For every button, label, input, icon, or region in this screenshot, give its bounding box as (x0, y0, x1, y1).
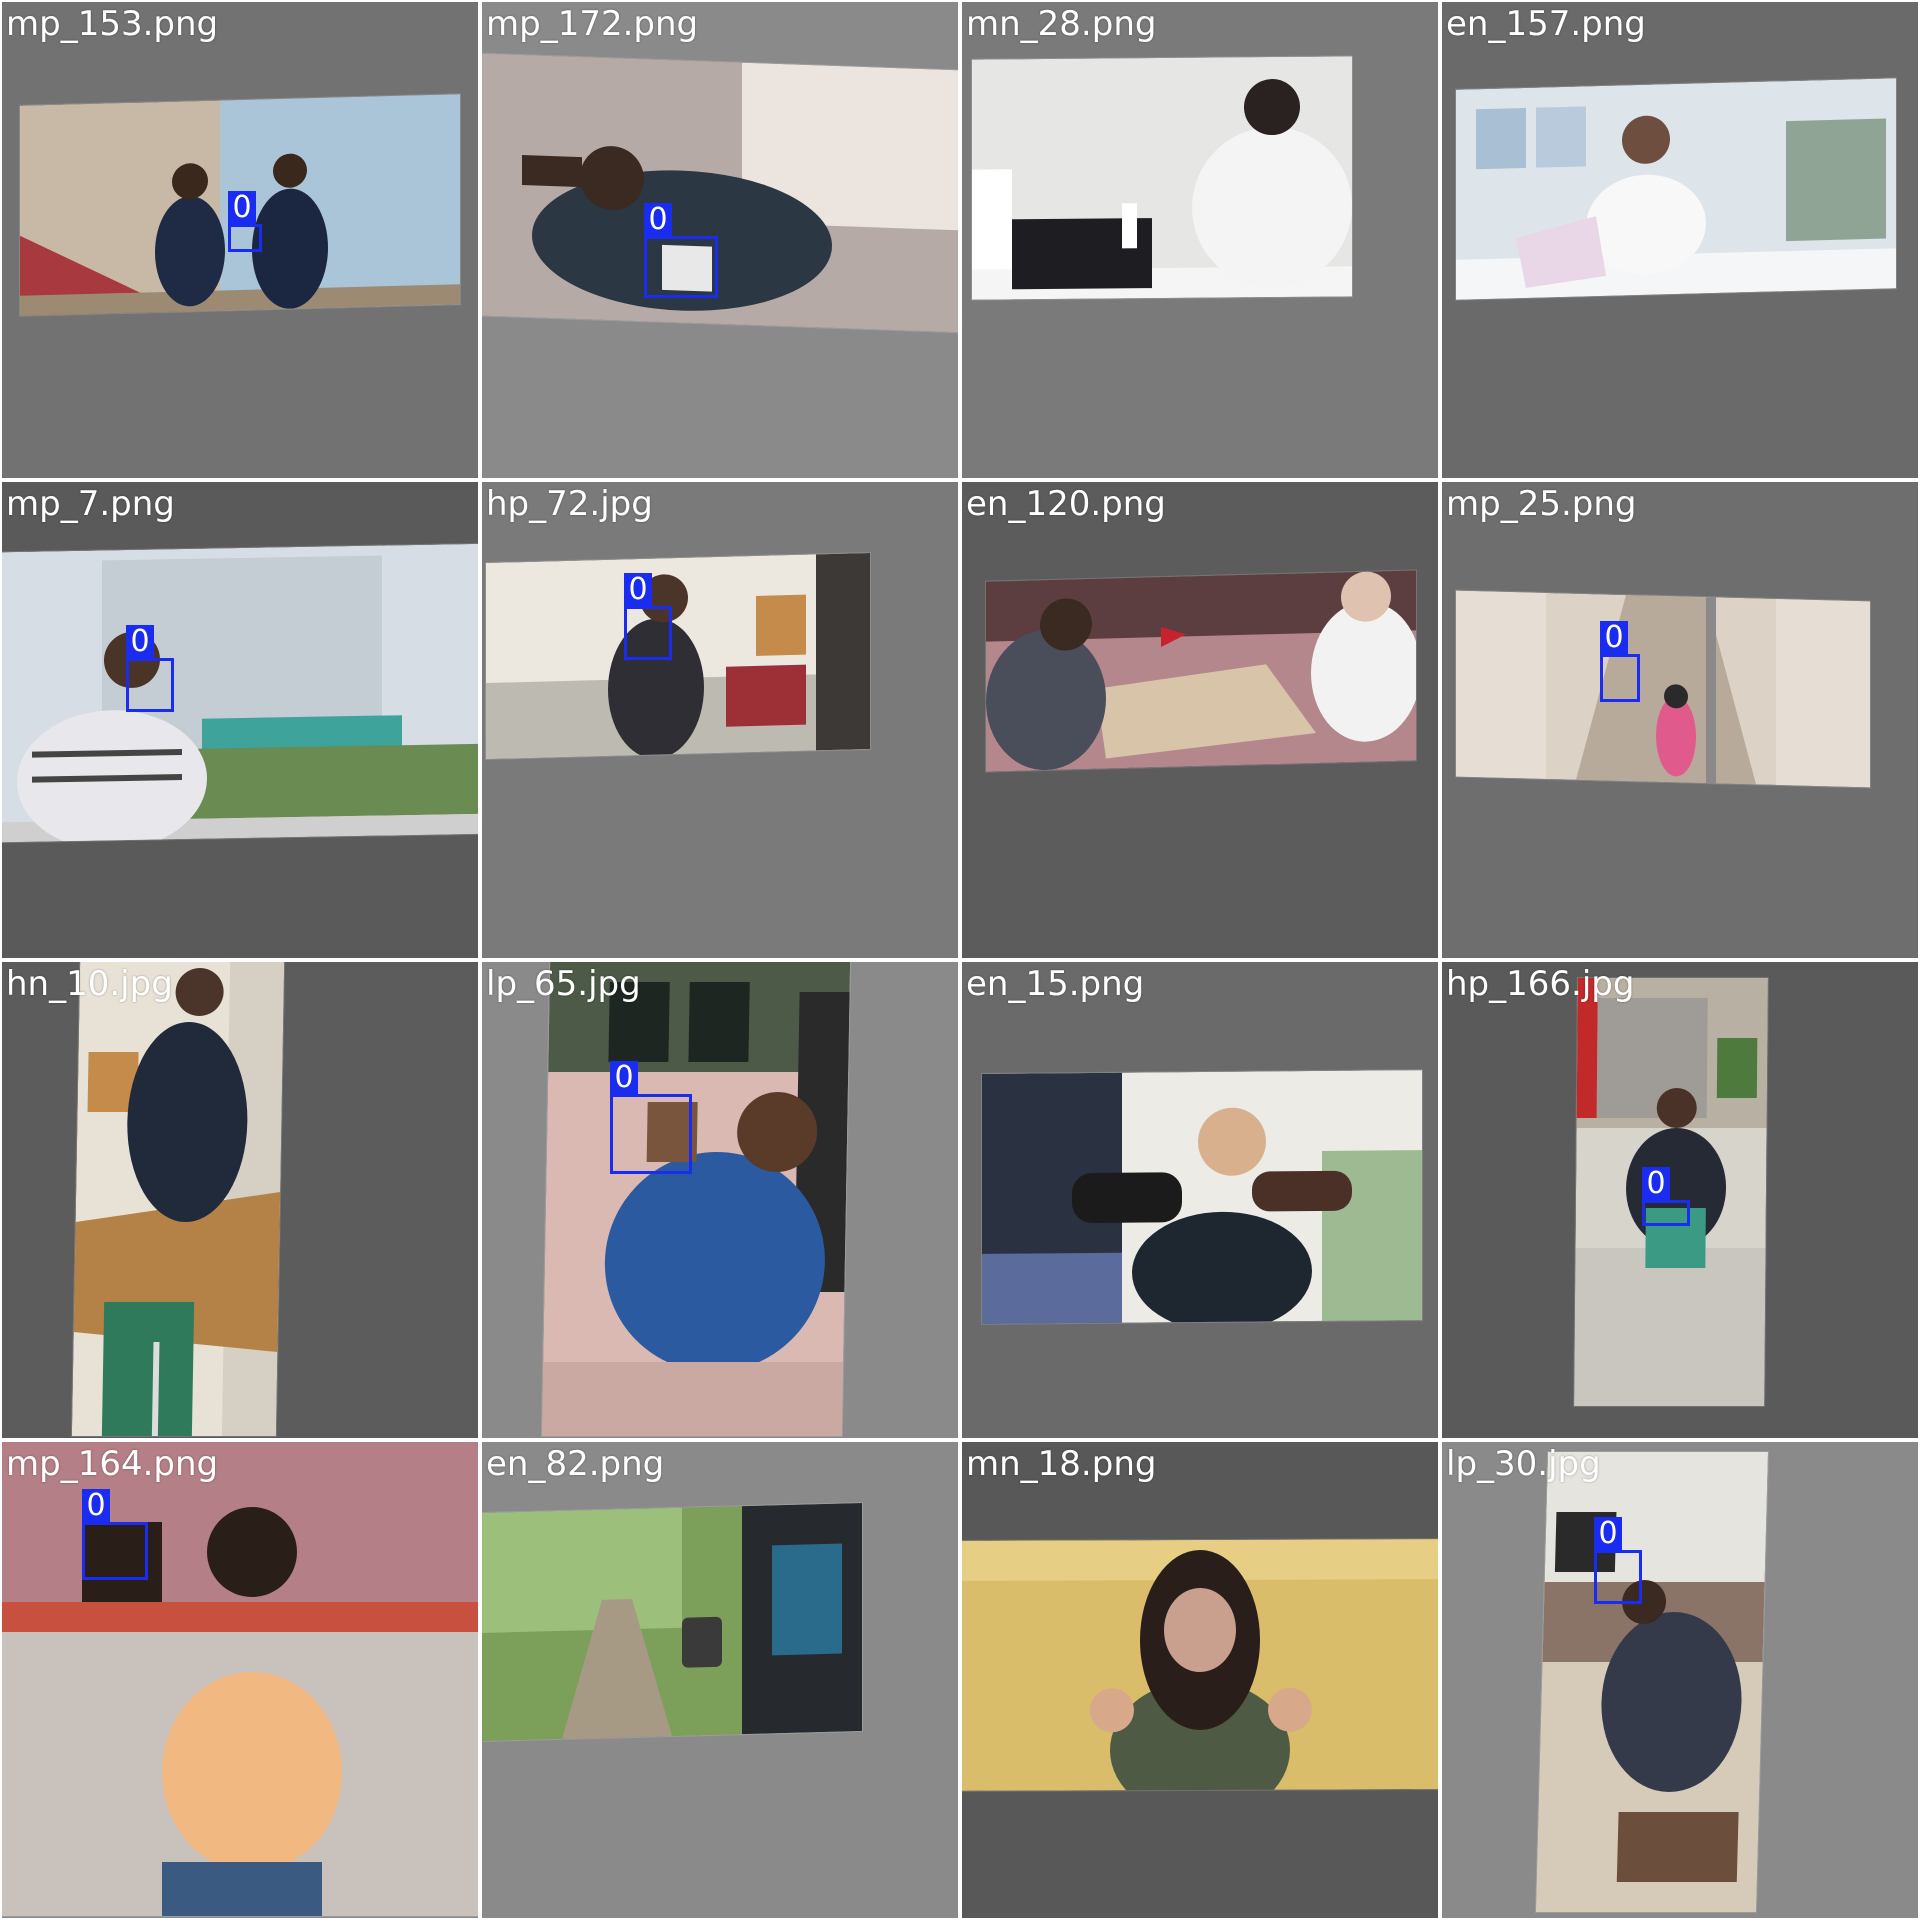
image-tile: mn_18.png (960, 1440, 1440, 1920)
detection-label: 0 (1642, 1167, 1670, 1201)
photo (541, 962, 851, 1436)
detection-label: 0 (644, 203, 672, 237)
detection-label: 0 (624, 573, 652, 607)
detection-box: 0 (228, 191, 262, 252)
detection-label: 0 (610, 1061, 638, 1095)
detection-box: 0 (624, 573, 672, 660)
photo (482, 53, 958, 333)
detection-box: 0 (126, 625, 174, 712)
image-filename: hn_10.jpg (6, 964, 173, 1004)
image-filename: mn_28.png (966, 4, 1157, 44)
detection-label: 0 (228, 191, 256, 225)
photo (2, 543, 478, 843)
detection-box: 0 (1594, 1517, 1642, 1604)
detection-box: 0 (1600, 621, 1640, 702)
image-tile: en_82.png (480, 1440, 960, 1920)
image-filename: mp_153.png (6, 4, 219, 44)
image-filename: en_120.png (966, 484, 1166, 524)
image-tile: 0 mp_25.png (1440, 480, 1920, 960)
image-filename: mp_7.png (6, 484, 175, 524)
image-filename: mn_18.png (966, 1444, 1157, 1484)
photo (2, 1442, 478, 1916)
image-tile: mn_28.png (960, 0, 1440, 480)
image-tile: 0 hp_166.jpg (1440, 960, 1920, 1440)
detection-label: 0 (82, 1489, 110, 1523)
image-filename: mp_164.png (6, 1444, 219, 1484)
image-filename: mp_172.png (486, 4, 699, 44)
image-tile: 0 lp_30.jpg (1440, 1440, 1920, 1920)
image-filename: en_82.png (486, 1444, 665, 1484)
photo (486, 552, 870, 760)
photo (1456, 590, 1870, 788)
image-filename: lp_30.jpg (1446, 1444, 1601, 1484)
image-filename: hp_72.jpg (486, 484, 653, 524)
image-tile: 0 hp_72.jpg (480, 480, 960, 960)
photo (482, 1503, 862, 1741)
image-tile: 0 mp_7.png (0, 480, 480, 960)
image-filename: en_15.png (966, 964, 1145, 1004)
image-tile: en_15.png (960, 960, 1440, 1440)
detection-box: 0 (610, 1061, 692, 1174)
photo (982, 1070, 1422, 1324)
detection-label: 0 (1600, 621, 1628, 655)
photo (1456, 78, 1896, 300)
photo (71, 962, 285, 1436)
photo (1535, 1452, 1769, 1912)
image-filename: en_157.png (1446, 4, 1646, 44)
image-tile: hn_10.jpg (0, 960, 480, 1440)
image-tile: 0 mp_172.png (480, 0, 960, 480)
photo (986, 570, 1416, 772)
detection-box: 0 (644, 203, 718, 298)
image-tile: en_157.png (1440, 0, 1920, 480)
image-filename: mp_25.png (1446, 484, 1637, 524)
detection-label: 0 (1594, 1517, 1622, 1551)
detection-label: 0 (126, 625, 154, 659)
photo (1574, 978, 1768, 1406)
photo (972, 56, 1352, 300)
photo (962, 1539, 1438, 1791)
image-filename: hp_166.jpg (1446, 964, 1635, 1004)
image-grid: 0 mp_153.png 0 mp_172.png mn_28.png en_1… (0, 0, 1920, 1920)
detection-box: 0 (82, 1489, 148, 1580)
image-tile: 0 mp_164.png (0, 1440, 480, 1920)
image-tile: en_120.png (960, 480, 1440, 960)
image-tile: 0 lp_65.jpg (480, 960, 960, 1440)
image-tile: 0 mp_153.png (0, 0, 480, 480)
image-filename: lp_65.jpg (486, 964, 641, 1004)
detection-box: 0 (1642, 1167, 1690, 1226)
